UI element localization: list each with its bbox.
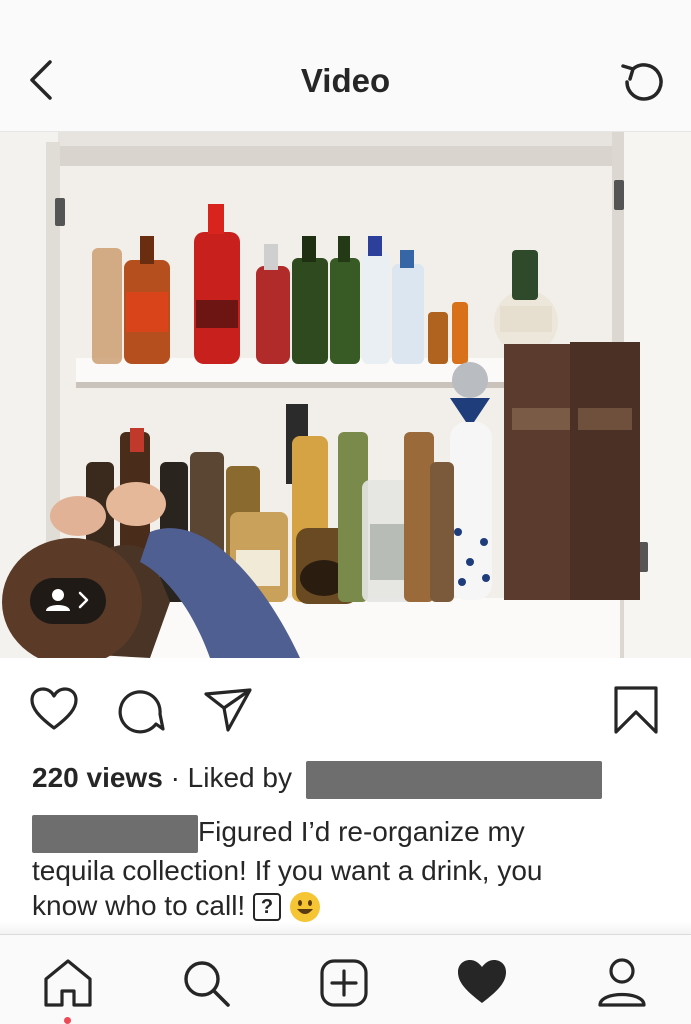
caption-line-2: tequila collection! If you want a drink,… — [32, 854, 543, 886]
redacted-username — [305, 760, 602, 799]
refresh-icon[interactable] — [617, 56, 669, 108]
bookmark-icon[interactable] — [610, 684, 662, 736]
home-active-dot — [64, 1017, 71, 1024]
send-icon[interactable] — [202, 684, 254, 736]
profile-icon[interactable] — [594, 955, 650, 1011]
top-nav-bar: Video — [0, 0, 691, 132]
search-icon[interactable] — [178, 955, 234, 1011]
post-meta: 220 views · Liked by — [32, 760, 672, 799]
heart-icon[interactable] — [28, 684, 80, 736]
liked-by-label: · Liked by — [170, 762, 292, 793]
smiley-emoji-icon — [289, 892, 320, 923]
home-icon[interactable] — [40, 955, 96, 1011]
page-title: Video — [300, 62, 391, 99]
view-count[interactable]: 220 views — [32, 762, 163, 793]
redacted-author — [32, 814, 198, 853]
caption-line-1: Figured I’d re-organize my — [198, 816, 525, 847]
video-player[interactable] — [0, 132, 691, 658]
bottom-tab-bar — [0, 934, 691, 1024]
post-caption: Figured I’d re-organize my tequila colle… — [32, 814, 672, 923]
caption-overflow-fade — [0, 922, 691, 934]
user-tag-icon — [46, 589, 89, 611]
comment-icon[interactable] — [116, 684, 168, 736]
post-actions — [0, 672, 691, 748]
user-tag-button[interactable] — [30, 578, 106, 624]
caption-line-3: know who to call! — [32, 889, 246, 921]
add-post-icon[interactable] — [316, 955, 372, 1011]
heart-filled-icon[interactable] — [454, 955, 510, 1011]
missing-emoji-icon: ? — [253, 893, 281, 922]
